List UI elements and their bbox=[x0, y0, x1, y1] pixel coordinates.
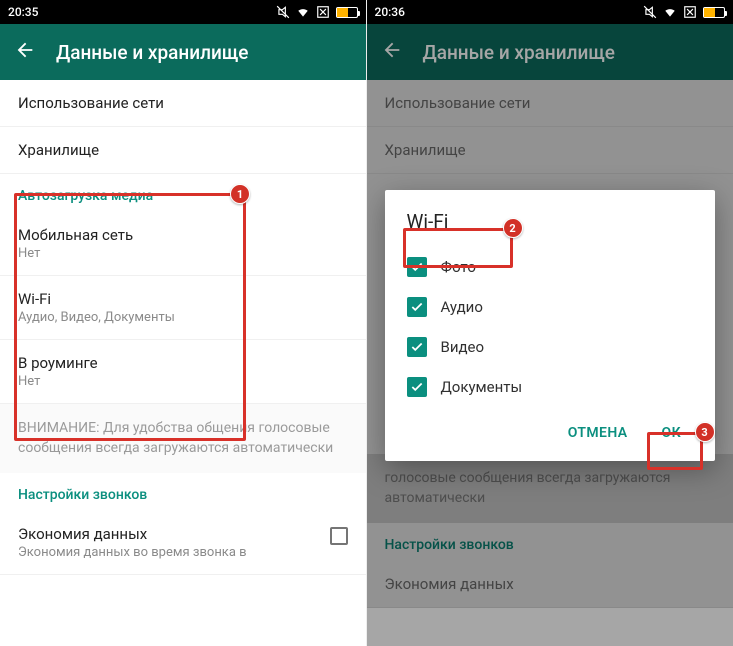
row-title: Экономия данных bbox=[18, 525, 247, 543]
voice-note-warning: ВНИМАНИЕ: Для удобства общения голосовые… bbox=[0, 404, 366, 473]
badge-1: 1 bbox=[230, 184, 250, 204]
wifi-autodownload-dialog: Wi-Fi Фото Аудио Видео Документы ОТМЕНА … bbox=[385, 190, 716, 461]
dialog-title: Wi-Fi bbox=[407, 210, 694, 233]
row-subtitle: Экономия данных во время звонка в bbox=[18, 545, 247, 560]
row-title: Wi-Fi bbox=[18, 290, 348, 308]
row-network-usage[interactable]: Использование сети bbox=[0, 80, 366, 127]
mute-icon bbox=[276, 5, 290, 19]
section-call-settings: Настройки звонков bbox=[0, 473, 366, 511]
close-box-icon bbox=[316, 5, 330, 19]
option-label: Фото bbox=[441, 258, 476, 276]
option-label: Документы bbox=[441, 378, 523, 396]
status-time: 20:36 bbox=[375, 5, 405, 19]
row-title: Мобильная сеть bbox=[18, 226, 348, 244]
section-autodownload: Автозагрузка медиа bbox=[0, 174, 366, 212]
status-bar: 20:36 bbox=[367, 0, 733, 24]
close-box-icon bbox=[683, 5, 697, 19]
screenshot-left: 20:35 Данные и хранилище Использование с… bbox=[0, 0, 367, 646]
checkbox-checked-icon[interactable] bbox=[407, 297, 427, 317]
status-time: 20:35 bbox=[8, 5, 38, 19]
toolbar-title: Данные и хранилище bbox=[56, 41, 249, 64]
option-photo[interactable]: Фото bbox=[407, 247, 694, 287]
row-storage[interactable]: Хранилище bbox=[0, 127, 366, 174]
back-button[interactable] bbox=[14, 39, 36, 65]
option-label: Аудио bbox=[441, 298, 483, 316]
checkbox-checked-icon[interactable] bbox=[407, 257, 427, 277]
wifi-icon bbox=[296, 5, 310, 19]
row-subtitle: Нет bbox=[18, 374, 348, 389]
ok-button[interactable]: ОК bbox=[650, 417, 693, 449]
row-subtitle: Нет bbox=[18, 246, 348, 261]
mute-icon bbox=[643, 5, 657, 19]
checkbox-checked-icon[interactable] bbox=[407, 337, 427, 357]
row-roaming[interactable]: В роуминге Нет bbox=[0, 340, 366, 404]
row-subtitle: Аудио, Видео, Документы bbox=[18, 310, 348, 325]
row-wifi[interactable]: Wi-Fi Аудио, Видео, Документы bbox=[0, 276, 366, 340]
badge-2: 2 bbox=[503, 218, 523, 238]
screenshot-right: 20:36 Данные и хранилище Использование с… bbox=[367, 0, 733, 646]
data-saver-checkbox[interactable] bbox=[330, 527, 348, 545]
cancel-button[interactable]: ОТМЕНА bbox=[556, 417, 640, 449]
option-video[interactable]: Видео bbox=[407, 327, 694, 367]
badge-3: 3 bbox=[695, 422, 715, 442]
status-icons bbox=[643, 5, 725, 19]
option-documents[interactable]: Документы bbox=[407, 367, 694, 407]
status-bar: 20:35 bbox=[0, 0, 366, 24]
toolbar: Данные и хранилище bbox=[0, 24, 366, 80]
row-data-saver[interactable]: Экономия данных Экономия данных во время… bbox=[0, 511, 366, 575]
option-audio[interactable]: Аудио bbox=[407, 287, 694, 327]
status-icons bbox=[276, 5, 358, 19]
wifi-icon bbox=[663, 5, 677, 19]
battery-icon bbox=[336, 7, 358, 18]
row-title: В роуминге bbox=[18, 354, 348, 372]
option-label: Видео bbox=[441, 338, 485, 356]
row-mobile-data[interactable]: Мобильная сеть Нет bbox=[0, 212, 366, 276]
settings-list: Использование сети Хранилище Автозагрузк… bbox=[0, 80, 366, 575]
checkbox-checked-icon[interactable] bbox=[407, 377, 427, 397]
battery-icon bbox=[703, 7, 725, 18]
